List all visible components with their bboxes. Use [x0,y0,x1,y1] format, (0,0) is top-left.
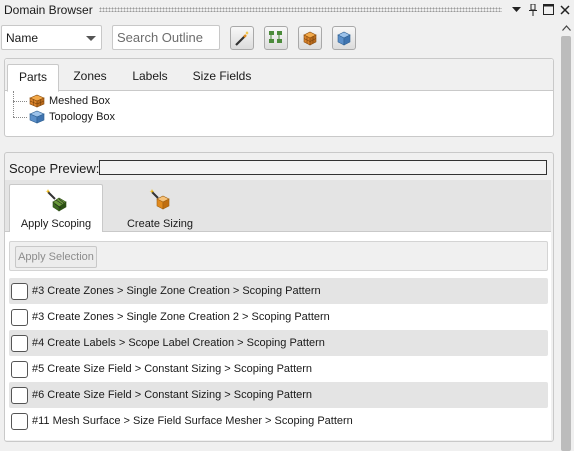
pin-icon[interactable] [526,3,539,16]
checkbox[interactable] [11,308,28,326]
tree-icon [269,31,282,43]
list-item-label: #3 Create Zones > Single Zone Creation 2… [32,311,330,323]
tab-label: Zones [73,69,107,83]
title-bar: Domain Browser [0,0,574,19]
tree-item-meshed-box[interactable]: Meshed Box [13,93,110,109]
tab-label: Parts [18,70,47,84]
tab-label: Create Sizing [126,218,194,230]
tab-label: Apply Scoping [20,218,92,230]
list-item-label: #5 Create Size Field > Constant Sizing >… [32,363,313,375]
tree-view-button[interactable] [264,26,288,50]
outline-tree: Meshed Box Topology Box [5,91,553,137]
list-item[interactable]: #5 Create Size Field > Constant Sizing >… [9,356,548,382]
list-item[interactable]: #4 Create Labels > Scope Label Creation … [9,330,548,356]
tree-item-topology-box[interactable]: Topology Box [13,109,115,125]
meshed-box-icon [29,94,45,108]
checkbox[interactable] [11,334,28,352]
scope-preview-field [99,160,547,175]
list-item-label: #4 Create Labels > Scope Label Creation … [32,337,325,349]
tree-item-label: Topology Box [49,111,116,123]
close-icon[interactable] [558,3,571,16]
apply-scoping-icon [45,189,67,212]
scope-preview-row: Scope Preview: [9,159,99,177]
topology-view-button[interactable] [332,26,356,50]
scrollbar-thumb[interactable] [561,36,571,451]
apply-selection-button[interactable]: Apply Selection [15,246,97,268]
tab-label: Labels [132,69,168,83]
tab-size-fields[interactable]: Size Fields [187,64,257,92]
tab-create-sizing[interactable]: Create Sizing [113,184,207,233]
checkbox[interactable] [11,360,28,378]
tab-label: Size Fields [192,69,252,83]
apply-bar: Apply Selection [9,241,548,271]
tab-apply-scoping[interactable]: Apply Scoping [9,184,103,233]
dropdown-arrow-icon[interactable] [510,3,523,16]
vertical-scrollbar[interactable] [558,36,574,451]
create-sizing-icon [149,189,170,210]
checkbox[interactable] [11,282,28,300]
tree-connector [13,116,27,118]
action-tabs: Apply Scoping Create Sizing [5,180,551,233]
list-item-label: #6 Create Size Field > Constant Sizing >… [32,389,313,401]
meshed-view-button[interactable] [298,26,322,50]
window-title: Domain Browser [4,2,93,17]
tab-labels[interactable]: Labels [127,64,173,92]
sort-by-select[interactable]: Name [1,25,102,50]
select-value: Name [6,30,39,45]
tree-item-label: Meshed Box [49,95,111,107]
drag-grip[interactable] [98,7,502,12]
list-item[interactable]: #3 Create Zones > Single Zone Creation >… [9,278,548,304]
tree-connector [13,100,27,102]
scope-preview-label: Scope Preview: [9,160,100,176]
outline-tabs: Parts Zones Labels Size Fields [5,59,553,92]
wand-icon [235,31,249,46]
topology-box-icon [29,110,45,124]
checkbox[interactable] [11,386,28,404]
maximize-icon[interactable] [542,3,555,16]
chevron-up-icon [561,25,571,31]
magic-wand-button[interactable] [230,26,254,50]
search-input[interactable] [112,25,220,50]
checkbox[interactable] [11,412,28,430]
tab-zones[interactable]: Zones [67,64,113,92]
list-item-label: #11 Mesh Surface > Size Field Surface Me… [32,415,353,427]
list-item[interactable]: #11 Mesh Surface > Size Field Surface Me… [9,408,548,434]
tab-parts[interactable]: Parts [7,64,59,92]
scroll-up-button[interactable] [560,22,572,34]
meshed-box-icon [303,31,317,46]
list-item[interactable]: #3 Create Zones > Single Zone Creation 2… [9,304,548,330]
list-item-label: #3 Create Zones > Single Zone Creation >… [32,285,321,297]
outline-panel: Parts Zones Labels Size Fields Meshed Bo… [4,58,554,137]
toolbar: Name [0,25,560,51]
topology-box-icon [337,31,351,46]
chevron-down-icon [86,36,96,41]
list-item[interactable]: #6 Create Size Field > Constant Sizing >… [9,382,548,408]
